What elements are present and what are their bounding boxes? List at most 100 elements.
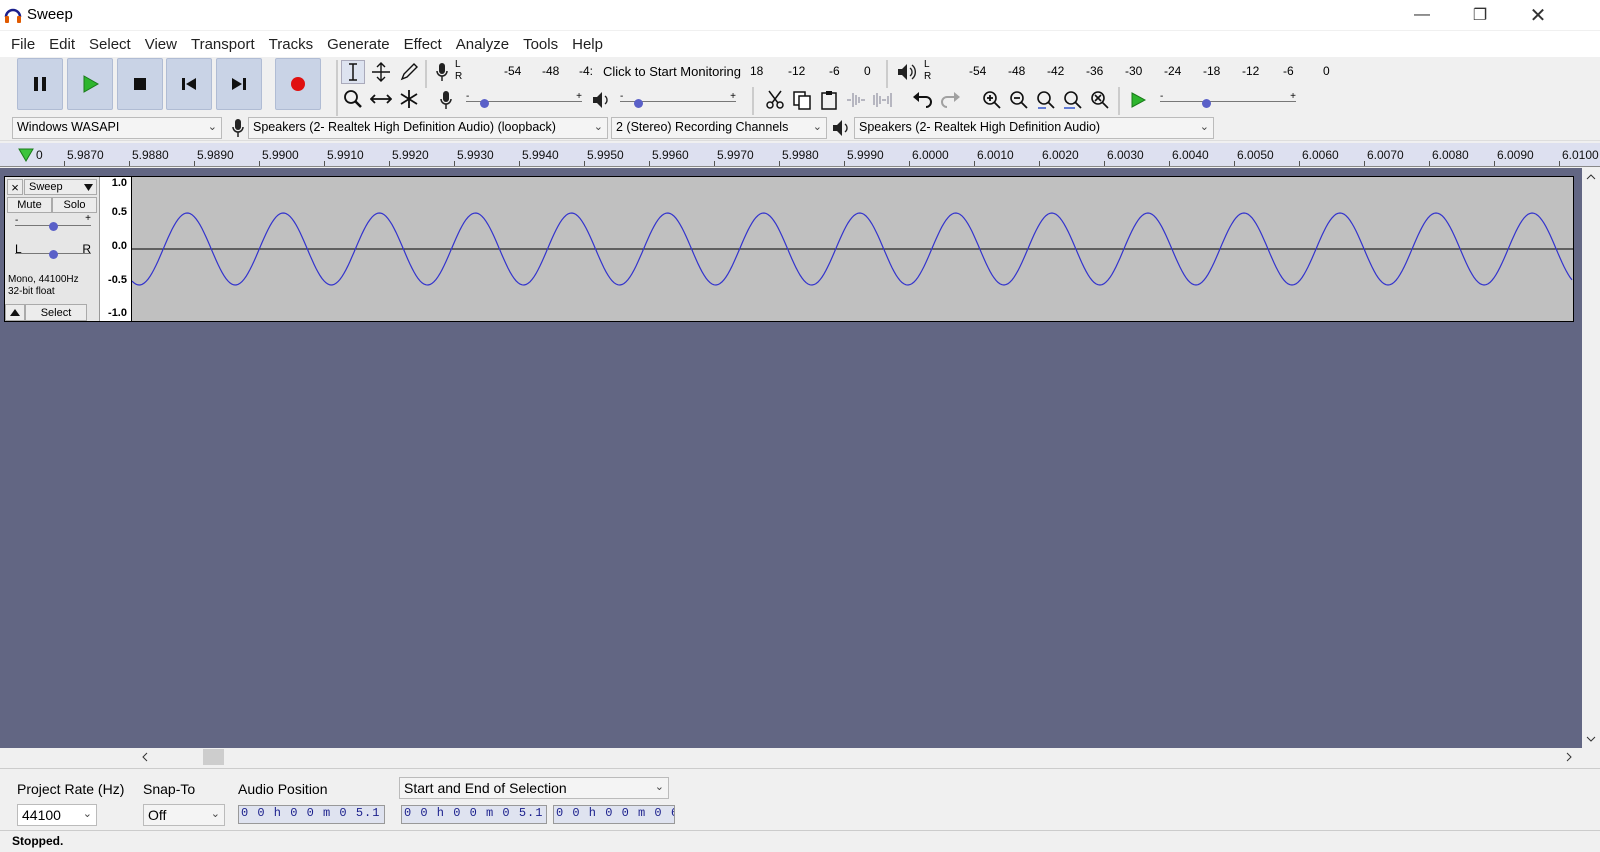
multi-tool[interactable] — [397, 87, 421, 111]
play-tick: -6 — [1283, 64, 1294, 78]
play-speed-slider[interactable]: - + — [1160, 91, 1296, 108]
play-head-triangle-icon[interactable] — [18, 148, 34, 162]
minimize-button[interactable]: — — [1393, 0, 1451, 30]
ruler-tick — [454, 161, 455, 166]
mute-button[interactable]: Mute — [7, 197, 52, 213]
silence-button[interactable] — [871, 88, 895, 112]
track-format: 32-bit float — [8, 286, 55, 297]
pan-slider[interactable]: LR — [15, 242, 91, 259]
gain-slider[interactable]: - + — [15, 213, 91, 231]
selection-start-field[interactable]: 0 0 h 0 0 m 0 5.1 7 7 s — [401, 805, 547, 824]
time-shift-tool[interactable] — [369, 87, 393, 111]
collapse-track-button[interactable] — [5, 304, 25, 321]
envelope-tool[interactable] — [369, 60, 393, 84]
ruler-tick — [1039, 161, 1040, 166]
select-track-button[interactable]: Select — [25, 304, 87, 321]
menu-transport[interactable]: Transport — [184, 36, 262, 53]
audio-host-dropdown[interactable]: Windows WASAPI ⌄ — [12, 117, 222, 139]
play-at-speed-button[interactable] — [1126, 88, 1150, 112]
ruler-tick — [324, 161, 325, 166]
amp-label: -1.0 — [108, 307, 127, 319]
record-meter-mic-icon[interactable] — [430, 60, 454, 84]
zoom-tool[interactable] — [341, 87, 365, 111]
menu-analyze[interactable]: Analyze — [449, 36, 516, 53]
skip-end-icon — [232, 78, 246, 90]
horizontal-scrollbar[interactable] — [0, 748, 1600, 766]
zoom-toggle-button[interactable] — [1088, 88, 1112, 112]
menu-tools[interactable]: Tools — [516, 36, 565, 53]
fit-project-button[interactable] — [1061, 88, 1085, 112]
menu-edit[interactable]: Edit — [42, 36, 82, 53]
menu-help[interactable]: Help — [565, 36, 610, 53]
playback-device-dropdown[interactable]: Speakers (2- Realtek High Definition Aud… — [854, 117, 1214, 139]
cut-button[interactable] — [763, 88, 787, 112]
skip-to-start-button[interactable] — [166, 58, 212, 110]
menu-select[interactable]: Select — [82, 36, 138, 53]
play-tick: 0 — [1323, 64, 1330, 78]
playback-volume-slider[interactable]: - + — [620, 91, 736, 108]
record-button[interactable] — [275, 58, 321, 110]
redo-button[interactable] — [938, 88, 962, 112]
record-meter[interactable]: -54 -48 -4: Click to Start Monitoring 18… — [466, 62, 871, 82]
ruler-tick — [844, 161, 845, 166]
menu-tracks[interactable]: Tracks — [262, 36, 320, 53]
snap-to-dropdown[interactable]: Off ⌄ — [143, 804, 225, 826]
amplitude-ruler[interactable]: 1.0 0.5 0.0 -0.5 -1.0 — [100, 177, 132, 321]
zoom-toggle-icon — [1091, 91, 1109, 109]
timeline-ruler[interactable]: 0 5.9870 5.9880 5.9890 5.9900 5.9910 5.9920 5.… — [0, 143, 1600, 167]
stop-icon — [134, 78, 146, 90]
pause-button[interactable] — [17, 58, 63, 110]
play-meter[interactable]: -54 -48 -42 -36 -30 -24 -18 -12 -6 0 — [935, 62, 1335, 82]
play-button[interactable] — [67, 58, 113, 110]
selection-mode-dropdown[interactable]: Start and End of Selection ⌄ — [399, 777, 669, 799]
menu-file[interactable]: File — [4, 36, 42, 53]
monitor-prompt[interactable]: Click to Start Monitoring — [603, 64, 741, 79]
slider-knob[interactable] — [1202, 99, 1211, 108]
zoom-selection-icon — [1037, 91, 1055, 109]
close-button[interactable]: ✕ — [1509, 0, 1567, 30]
draw-tool[interactable] — [397, 60, 421, 84]
menu-view[interactable]: View — [138, 36, 184, 53]
scroll-left-icon[interactable] — [142, 752, 148, 762]
audio-position-field[interactable]: 0 0 h 0 0 m 0 5.1 7 7 s — [238, 805, 385, 824]
menu-effect[interactable]: Effect — [397, 36, 449, 53]
trim-button[interactable] — [844, 88, 868, 112]
rec-tick: -48 — [542, 64, 560, 78]
selection-end-field[interactable]: 0 0 h 0 0 m 0 6.8 1 9 — [553, 805, 675, 824]
trim-audio-icon — [847, 93, 865, 107]
speaker-icon[interactable] — [894, 60, 918, 84]
scroll-right-icon[interactable] — [1566, 752, 1572, 762]
restore-button[interactable]: ❐ — [1451, 0, 1509, 30]
skip-to-end-button[interactable] — [216, 58, 262, 110]
waveform[interactable] — [132, 177, 1573, 321]
slider-knob[interactable] — [634, 99, 643, 108]
recording-device-mic-icon — [226, 116, 250, 140]
zoom-in-button[interactable] — [980, 88, 1004, 112]
scroll-up-icon[interactable] — [1586, 174, 1596, 180]
project-rate-dropdown[interactable]: 44100 ⌄ — [17, 804, 97, 826]
fit-selection-button[interactable] — [1034, 88, 1058, 112]
ruler-label: 6.0040 — [1172, 148, 1209, 162]
recording-device-dropdown[interactable]: Speakers (2- Realtek High Definition Aud… — [248, 117, 608, 139]
scroll-down-icon[interactable] — [1586, 736, 1596, 742]
recording-channels-dropdown[interactable]: 2 (Stereo) Recording Channels ⌄ — [611, 117, 827, 139]
track-menu-button[interactable]: Sweep — [24, 179, 97, 195]
slider-knob[interactable] — [49, 222, 58, 231]
copy-button[interactable] — [790, 88, 814, 112]
horizontal-scroll-thumb[interactable] — [203, 749, 224, 765]
vertical-scrollbar[interactable] — [1582, 168, 1600, 748]
record-volume-slider[interactable]: - + — [466, 91, 582, 108]
paste-button[interactable] — [817, 88, 841, 112]
stop-button[interactable] — [117, 58, 163, 110]
undo-button[interactable] — [911, 88, 935, 112]
solo-button[interactable]: Solo — [52, 197, 97, 213]
play-meter-lr: LR — [924, 59, 932, 82]
menu-generate[interactable]: Generate — [320, 36, 397, 53]
ruler-label: 5.9910 — [327, 148, 364, 162]
track-close-button[interactable]: × — [7, 179, 23, 195]
slider-knob[interactable] — [480, 99, 489, 108]
selection-tool[interactable] — [341, 60, 365, 84]
slider-knob[interactable] — [49, 250, 58, 259]
zoom-out-button[interactable] — [1007, 88, 1031, 112]
ruler-label: 5.9930 — [457, 148, 494, 162]
